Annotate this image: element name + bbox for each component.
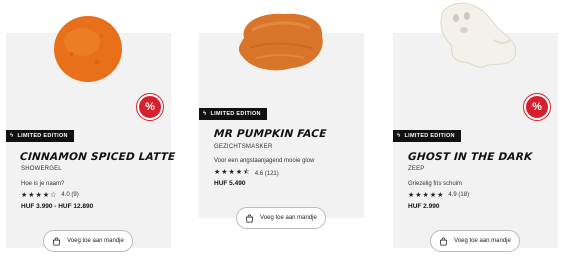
product-category: ZEEP xyxy=(408,166,425,172)
rating-stars: ★★★★⯪ xyxy=(214,169,251,176)
product-rating: ★★★★☆ 4.0 (9) xyxy=(21,191,79,199)
rating-stars: ★★★★★ xyxy=(408,192,445,199)
limited-edition-tag: ϟ LIMITED EDITION xyxy=(199,108,267,120)
limited-edition-tag: ϟ LIMITED EDITION xyxy=(6,130,74,142)
add-to-cart-button[interactable]: Voeg toe aan mandje xyxy=(430,230,520,252)
product-title[interactable]: GHOST IN THE DARK xyxy=(408,151,533,163)
product-image-cinnamon-spiced-latte[interactable] xyxy=(52,14,124,84)
product-description: Hoe is je naam? xyxy=(21,181,65,187)
product-rating: ★★★★★ 4.9 (18) xyxy=(408,191,469,199)
cart-button-label: Voeg toe aan mandje xyxy=(454,238,511,244)
rating-text: 4.0 (9) xyxy=(61,192,79,198)
product-price: HUF 3.990 - HUF 12.890 xyxy=(21,203,94,210)
product-description: Griezelig fris schuim xyxy=(408,181,463,187)
edition-label: LIMITED EDITION xyxy=(17,133,68,139)
product-image-mr-pumpkin-face[interactable] xyxy=(232,8,332,78)
percent-badge-icon: % xyxy=(136,93,164,121)
product-title[interactable]: MR PUMPKIN FACE xyxy=(214,128,327,140)
lightning-icon: ϟ xyxy=(397,133,401,139)
shopping-bag-icon xyxy=(439,237,448,246)
edition-label: LIMITED EDITION xyxy=(210,111,261,117)
limited-edition-tag: ϟ LIMITED EDITION xyxy=(393,130,461,142)
shopping-bag-icon xyxy=(52,237,61,246)
product-image-ghost-in-the-dark[interactable] xyxy=(434,0,524,70)
rating-stars: ★★★★☆ xyxy=(21,192,58,199)
cart-button-label: Voeg toe aan mandje xyxy=(260,215,317,221)
add-to-cart-button[interactable]: Voeg toe aan mandje xyxy=(236,207,326,229)
cart-button-label: Voeg toe aan mandje xyxy=(67,238,124,244)
rating-text: 4.9 (18) xyxy=(448,192,470,198)
lightning-icon: ϟ xyxy=(10,133,14,139)
product-description: Voor een angstaanjagend mooie glow xyxy=(214,158,315,164)
edition-label: LIMITED EDITION xyxy=(404,133,455,139)
percent-badge-icon: % xyxy=(523,93,551,121)
add-to-cart-button[interactable]: Voeg toe aan mandje xyxy=(43,230,133,252)
shopping-bag-icon xyxy=(245,214,254,223)
product-title[interactable]: CINNAMON SPICED LATTE xyxy=(20,151,176,163)
product-category: GEZICHTSMASKER xyxy=(214,144,273,150)
product-category: SHOWERGEL xyxy=(21,166,62,172)
rating-text: 4.6 (121) xyxy=(254,170,279,177)
product-price: HUF 2.990 xyxy=(408,203,440,210)
product-rating: ★★★★⯪ 4.6 (121) xyxy=(214,168,279,179)
lightning-icon: ϟ xyxy=(203,111,207,117)
product-price: HUF 5.490 xyxy=(214,180,246,187)
